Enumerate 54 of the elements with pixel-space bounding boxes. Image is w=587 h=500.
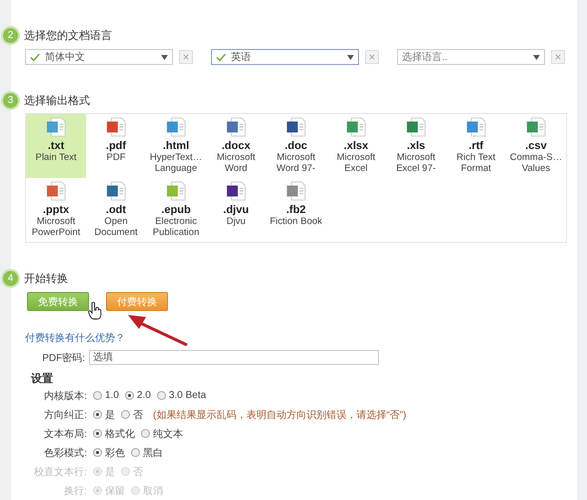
language-select[interactable]: 简体中文 — [25, 49, 173, 65]
setting-label: 色彩模式: — [43, 446, 87, 460]
format-option[interactable]: .fb2 Fiction Book — [266, 178, 326, 242]
format-option[interactable]: .rtf Rich Text Format — [446, 114, 506, 178]
setting-label: 校直文本行: — [33, 466, 87, 478]
setting-label: 内核版本: — [43, 390, 87, 402]
language-select[interactable]: 选择语言.. — [397, 49, 545, 65]
format-option[interactable]: .docx Microsoft Word — [206, 114, 266, 178]
clear-button[interactable] — [365, 50, 379, 64]
radio-option[interactable]: 2.0 — [124, 390, 151, 401]
format-option[interactable]: .epub Electronic Publication — [146, 178, 206, 242]
format-option[interactable]: .txt Plain Text — [26, 114, 86, 178]
step-title: 选择输出格式 — [24, 94, 90, 108]
field-label: PDF密码: — [41, 352, 85, 364]
radio-option[interactable]: 3.0 Beta — [156, 390, 206, 401]
step-number: 3 — [3, 93, 18, 108]
format-option[interactable]: .pdf PDF — [86, 114, 146, 178]
format-option[interactable]: .csv Comma-S… Values — [506, 114, 566, 178]
radio-option[interactable]: 纯文本 — [141, 426, 183, 440]
language-select[interactable]: 英语 — [211, 49, 359, 65]
close-icon — [555, 54, 561, 60]
setting-label: 文本布局: — [43, 428, 87, 440]
format-option[interactable]: .html HyperText… Language — [146, 114, 206, 178]
close-icon — [369, 54, 375, 60]
link[interactable]: 付费转换有什么优势？ — [25, 331, 125, 345]
arrow-drawing — [128, 314, 188, 346]
section-title: 设置 — [31, 372, 54, 386]
radio-option[interactable]: 是 — [93, 408, 115, 422]
step-title: 选择您的文档语言 — [24, 28, 112, 43]
format-option[interactable]: .djvu Djvu — [206, 178, 266, 242]
close-icon — [183, 54, 189, 60]
format-option[interactable]: .xlsx Microsoft Excel — [326, 114, 386, 178]
setting-label: 方向纠正: — [43, 408, 87, 422]
clear-button[interactable] — [179, 50, 193, 64]
format-option[interactable]: .pptx Microsoft PowerPoint — [26, 178, 86, 242]
radio-option[interactable]: 1.0 — [93, 390, 119, 401]
step-number: 4 — [3, 271, 18, 286]
radio-option[interactable]: 否 — [121, 408, 143, 422]
format-option[interactable]: .odt Open Document — [86, 178, 146, 242]
clear-button[interactable] — [551, 50, 565, 64]
radio-option[interactable]: 黑白 — [131, 446, 163, 460]
hand-cursor-icon — [88, 302, 102, 320]
radio-option[interactable]: 彩色 — [93, 446, 125, 460]
password-field[interactable]: 选填 — [89, 350, 379, 365]
caret-icon — [347, 54, 354, 60]
hint-text: (如果结果显示乱码，表明自动方向识别错误，请选择“否”) — [153, 408, 406, 422]
step-title: 开始转换 — [24, 272, 68, 286]
format-option[interactable]: .xls Microsoft Excel 97- — [386, 114, 446, 178]
step-number: 2 — [3, 28, 18, 43]
setting-label: 换行: — [63, 484, 87, 498]
caret-icon — [161, 54, 168, 60]
caret-icon — [533, 54, 540, 60]
radio-option[interactable]: 格式化 — [93, 426, 135, 440]
format-option[interactable]: .doc Microsoft Word 97- — [266, 114, 326, 178]
